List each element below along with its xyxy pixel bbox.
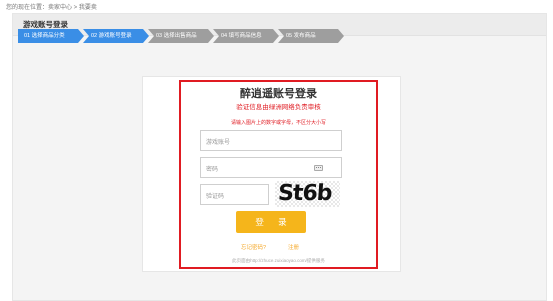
- step-3: 03 选择出售商品: [148, 29, 214, 43]
- password-field[interactable]: [200, 157, 342, 180]
- login-subtitle: 验证信息由绿洲网络负责审核: [236, 104, 321, 111]
- step-4: 04 填写商品信息: [213, 29, 279, 43]
- step-1: 01 选择商品分类: [18, 29, 84, 43]
- footer-note: 此页面由http://zhuce.zuixiaoyao.com/提供服务: [232, 258, 325, 263]
- breadcrumb: 您的现在位置：卖家中心 > 我要卖: [6, 5, 97, 11]
- register-link[interactable]: 注册: [288, 243, 299, 251]
- step-5: 05 发布商品: [278, 29, 344, 43]
- account-field[interactable]: [200, 130, 342, 153]
- keyboard-icon[interactable]: [314, 165, 323, 171]
- step-2: 02 游戏账号登录: [83, 29, 149, 43]
- account-input[interactable]: [201, 133, 341, 153]
- forgot-password-link[interactable]: 忘记密码?: [241, 243, 266, 251]
- captcha-field[interactable]: [200, 184, 269, 207]
- captcha-input[interactable]: [201, 187, 268, 207]
- captcha-tip: 请输入图片上的数字或字母，不区分大小写: [230, 120, 326, 126]
- captcha-image[interactable]: St6b: [275, 181, 340, 207]
- login-button[interactable]: 登 录: [236, 211, 306, 233]
- captcha-text: St6b: [277, 181, 333, 206]
- login-title: 醉逍遥账号登录: [240, 88, 317, 100]
